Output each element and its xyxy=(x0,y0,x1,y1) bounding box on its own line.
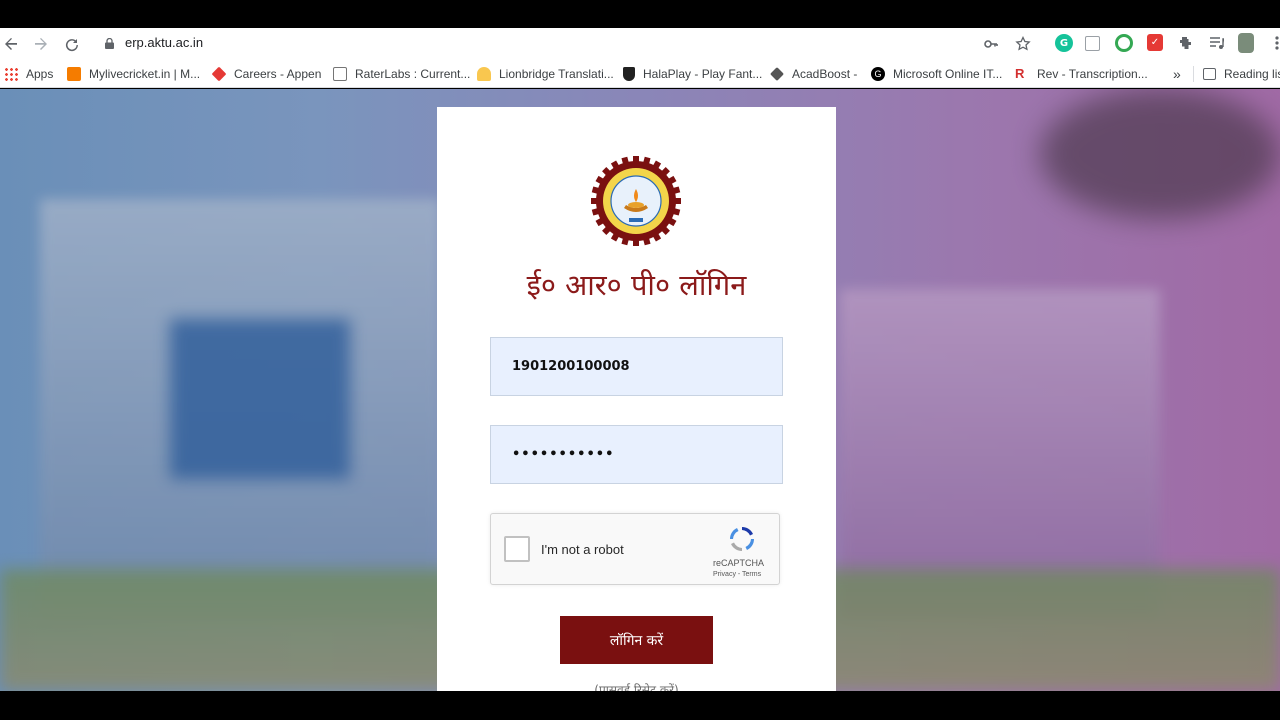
more-bookmarks-chevron-icon[interactable]: » xyxy=(1173,65,1181,83)
media-playlist-icon[interactable] xyxy=(1208,34,1226,52)
background-tree xyxy=(1040,89,1280,219)
bookmark-acadboost[interactable]: AcadBoost - xyxy=(770,65,857,83)
back-icon[interactable] xyxy=(0,33,22,55)
lock-icon[interactable] xyxy=(105,38,114,49)
password-input[interactable]: ••••••••••• xyxy=(490,425,783,484)
bookmarks-divider xyxy=(1193,66,1194,82)
bookmark-label: Careers - Appen xyxy=(234,67,322,81)
bookmark-microsoft[interactable]: G Microsoft Online IT... xyxy=(871,65,1002,83)
login-card: ई० आर० पी० लॉगिन 1901200100008 •••••••••… xyxy=(437,107,836,697)
reading-list-icon xyxy=(1203,68,1216,80)
login-button[interactable]: लॉगिन करें xyxy=(560,616,713,664)
star-icon[interactable] xyxy=(1014,35,1032,53)
screen-bottom-border xyxy=(0,691,1280,720)
grammarly-icon[interactable]: G xyxy=(1055,34,1073,52)
bookmark-label: RaterLabs : Current... xyxy=(355,67,471,81)
bookmark-rev[interactable]: R Rev - Transcription... xyxy=(1015,65,1148,83)
rev-icon: R xyxy=(1015,66,1025,81)
reading-list[interactable]: Reading list xyxy=(1203,65,1280,83)
bookmark-halaplay[interactable]: HalaPlay - Play Fant... xyxy=(623,65,762,83)
bookmark-appen[interactable]: Careers - Appen xyxy=(211,65,322,83)
blogger-icon xyxy=(67,67,81,81)
bookmark-label: Rev - Transcription... xyxy=(1037,67,1148,81)
bookmark-lionbridge[interactable]: Lionbridge Translati... xyxy=(477,65,614,83)
more-menu-icon[interactable] xyxy=(1268,34,1280,52)
username-input[interactable]: 1901200100008 xyxy=(490,337,783,396)
bookmark-apps[interactable]: Apps xyxy=(4,65,53,83)
page-title: ई० आर० पी० लॉगिन xyxy=(526,268,747,302)
bookmark-label: Mylivecricket.in | M... xyxy=(89,67,201,81)
acadboost-icon xyxy=(770,67,784,81)
microsoft-g-icon: G xyxy=(871,67,885,81)
captcha-label: I'm not a robot xyxy=(541,542,624,557)
profile-avatar[interactable] xyxy=(1238,33,1254,53)
pocket-icon[interactable]: ✓ xyxy=(1147,34,1163,51)
bookmark-label: Microsoft Online IT... xyxy=(893,67,1003,81)
bookmark-raterlabs[interactable]: RaterLabs : Current... xyxy=(333,65,470,83)
university-logo-icon xyxy=(591,156,681,246)
url-text: erp.aktu.ac.in xyxy=(125,35,204,50)
recaptcha-privacy-terms-link[interactable]: Privacy - Terms xyxy=(713,571,761,578)
captcha-checkbox[interactable] xyxy=(504,536,530,562)
bookmark-label: HalaPlay - Play Fant... xyxy=(643,67,763,81)
screen-top-border xyxy=(0,0,1280,28)
raterlabs-icon xyxy=(333,67,347,81)
forward-icon[interactable] xyxy=(30,33,52,55)
recaptcha-icon xyxy=(729,526,755,552)
halaplay-icon xyxy=(623,67,635,81)
reload-icon[interactable] xyxy=(61,33,83,55)
recaptcha-brand: reCAPTCHA xyxy=(713,558,765,568)
bookmark-label: Lionbridge Translati... xyxy=(499,67,614,81)
calculator-icon[interactable] xyxy=(1085,36,1100,51)
bookmarks-bar: Apps Mylivecricket.in | M... Careers - A… xyxy=(0,60,1280,88)
recaptcha-widget: I'm not a robot reCAPTCHA Privacy - Term… xyxy=(490,513,780,585)
bookmark-label: AcadBoost - xyxy=(792,67,858,81)
reading-list-label: Reading list xyxy=(1224,67,1280,81)
bookmark-mylivecricket[interactable]: Mylivecricket.in | M... xyxy=(67,65,200,83)
key-icon[interactable] xyxy=(982,35,1000,53)
lionbridge-icon xyxy=(477,67,491,81)
address-bar[interactable]: erp.aktu.ac.in xyxy=(95,29,1040,58)
background-building-glass xyxy=(170,319,350,479)
appen-icon xyxy=(211,66,227,82)
bookmark-label: Apps xyxy=(26,67,54,81)
apps-grid-icon xyxy=(4,67,18,81)
browser-toolbar: erp.aktu.ac.in G ✓ xyxy=(0,28,1280,60)
extensions-puzzle-icon[interactable] xyxy=(1177,34,1195,52)
timer-extension-icon[interactable] xyxy=(1115,34,1133,52)
